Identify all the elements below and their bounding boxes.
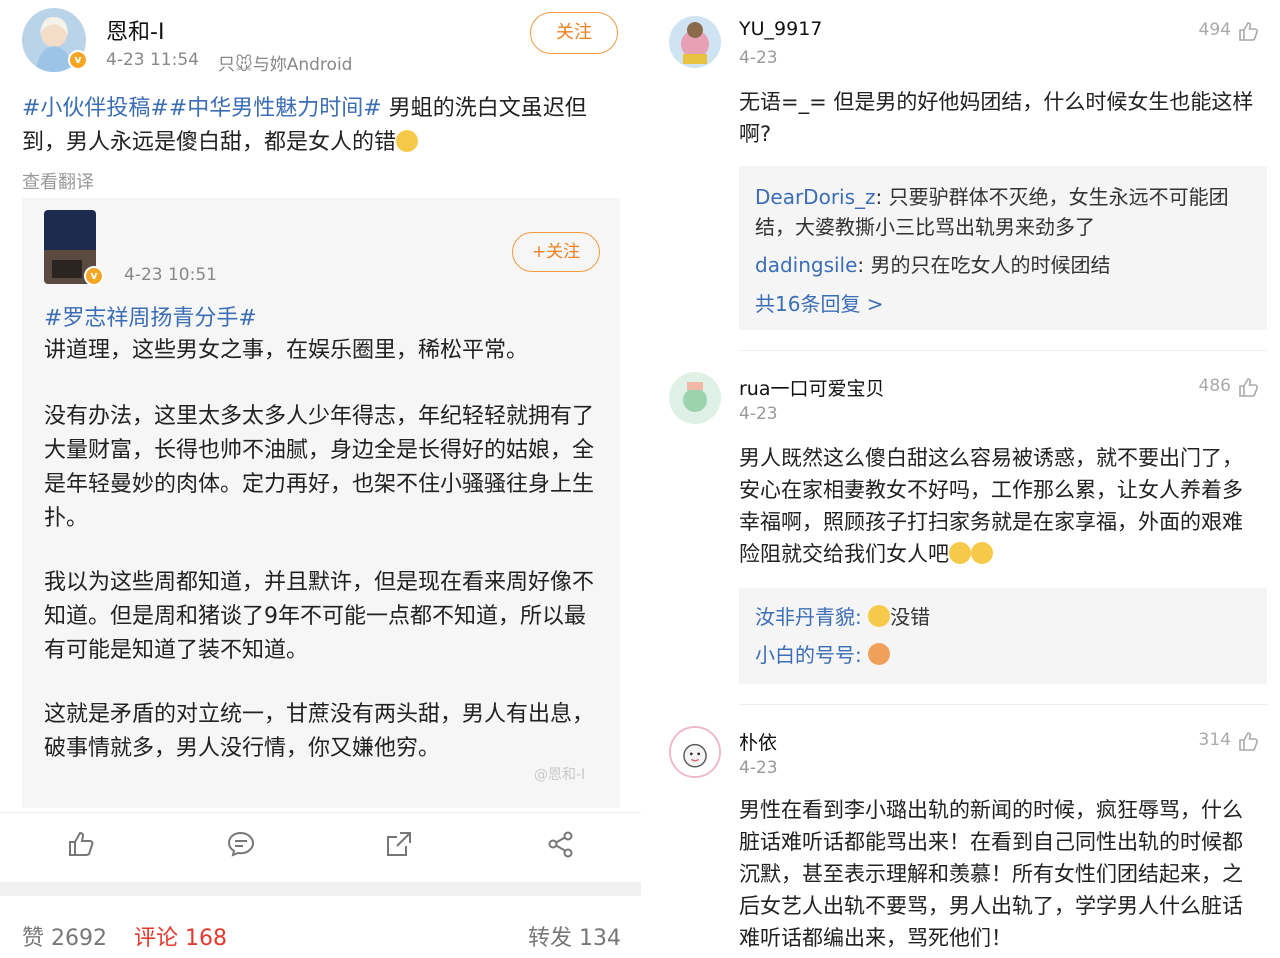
forward-icon[interactable]: [546, 829, 576, 859]
comment-date: 4-23: [739, 758, 778, 778]
quoted-paragraph: 这就是矛盾的对立统一，甘蔗没有两头甜，男人有出息，破事情就多，男人没行情，你又嫌…: [44, 702, 595, 761]
comment-date: 4-23: [739, 48, 778, 68]
quoted-time: 4-23 10:51: [124, 265, 217, 285]
verified-badge-icon: v: [68, 50, 88, 70]
commenter-name[interactable]: YU_9917: [739, 18, 822, 40]
comment-like-count: 494: [1198, 20, 1231, 40]
more-replies-link[interactable]: 共16条回复 >: [755, 288, 884, 317]
comment-separator: [739, 704, 1267, 705]
comment-icon[interactable]: [226, 829, 256, 859]
commenter-avatar[interactable]: [669, 726, 721, 778]
reposts-count[interactable]: 转发 134: [528, 920, 621, 952]
verified-badge-icon: v: [84, 266, 104, 286]
scared-emoji-icon: [971, 542, 993, 564]
post-action-bar: [0, 812, 641, 882]
section-divider: [0, 882, 641, 896]
reply-username[interactable]: 汝非丹青貌: [755, 605, 855, 629]
comments-tab[interactable]: 评论 168: [134, 920, 227, 952]
translate-link[interactable]: 查看翻译: [22, 168, 94, 194]
like-icon[interactable]: [1237, 20, 1259, 42]
share-icon[interactable]: [384, 829, 414, 859]
post-source: 只🐭与妳Android: [218, 55, 353, 75]
commenter-avatar[interactable]: [669, 16, 721, 68]
watermark: @恩和-I: [534, 767, 586, 783]
post-author-name[interactable]: 恩和-I: [106, 14, 164, 46]
reply-box[interactable]: 汝非丹青貌: 没错 小白的号号:: [739, 588, 1267, 684]
post-panel: v 恩和-I 4-23 11:54 只🐭与妳Android 关注 #小伙伴投稿#…: [0, 0, 641, 958]
comment-date: 4-23: [739, 404, 778, 424]
topic-link[interactable]: #中华男性魅力时间#: [169, 96, 382, 121]
post-text: #小伙伴投稿##中华男性魅力时间# 男蛆的洗白文虽迟但到，男人永远是傻白甜，都是…: [22, 92, 622, 160]
reply-username[interactable]: 小白的号号: [755, 643, 855, 667]
topic-link[interactable]: #小伙伴投稿#: [22, 96, 169, 121]
like-icon[interactable]: [1237, 376, 1259, 398]
reply-text: 男的只在吃女人的时候团结: [870, 253, 1111, 277]
likes-count[interactable]: 赞 2692: [22, 920, 107, 952]
quoted-follow-button[interactable]: +关注: [512, 232, 600, 272]
quoted-paragraph: 我以为这些周都知道，并且默许，但是现在看来周好像不知道。但是周和猪谈了9年不可能…: [44, 570, 595, 663]
shush-emoji-icon: [396, 130, 419, 152]
quoted-paragraph: 没有办法，这里太多太多人少年得志，年纪轻轻就拥有了大量财富，长得也帅不油腻，身边…: [44, 404, 595, 531]
scared-emoji-icon: [949, 542, 971, 564]
quoted-topic[interactable]: #罗志祥周扬青分手#: [44, 302, 257, 336]
comment-text: 男人既然这么傻白甜这么容易被诱惑，就不要出门了，安心在家相妻教女不好吗，工作那么…: [739, 442, 1263, 570]
comments-panel: YU_9917 4-23 494 无语=_= 但是男的好他妈团结，什么时候女生也…: [641, 0, 1280, 958]
laugh-emoji-icon: [868, 605, 891, 627]
commenter-name[interactable]: 朴依: [739, 728, 777, 755]
post-time: 4-23 11:54: [106, 50, 199, 70]
comment-separator: [739, 350, 1267, 351]
commenter-avatar[interactable]: [669, 372, 721, 424]
reply-item: dadingsile: 男的只在吃女人的时候团结: [755, 253, 1111, 277]
reply-item: 小白的号号:: [755, 640, 1255, 670]
comment-like-count: 314: [1198, 730, 1231, 750]
reply-box[interactable]: DearDoris_z: 只要驴群体不灭绝，女生永远不可能团结，大婆教撕小三比骂…: [739, 166, 1267, 330]
like-icon[interactable]: [66, 829, 96, 859]
comment-text: 男性在看到李小璐出轨的新闻的时候，疯狂辱骂，什么脏话难听话都能骂出来！在看到自己…: [739, 798, 1243, 950]
comment-text: 无语=_= 但是男的好他妈团结，什么时候女生也能这样啊?: [739, 90, 1254, 146]
comment-like-count: 486: [1198, 376, 1231, 396]
clap-emoji-icon: [868, 643, 891, 665]
quoted-paragraph: 讲道理，这些男女之事，在娱乐圈里，稀松平常。: [44, 338, 529, 363]
follow-button[interactable]: 关注: [530, 12, 618, 54]
quoted-post[interactable]: v 4-23 10:51 +关注 #罗志祥周扬青分手# 讲道理，这些男女之事，在…: [22, 198, 620, 808]
reply-username[interactable]: DearDoris_z: [755, 185, 876, 209]
reply-text: 没错: [890, 605, 931, 629]
reply-item: DearDoris_z: 只要驴群体不灭绝，女生永远不可能团结，大婆教撕小三比骂…: [755, 185, 1229, 239]
reply-item: 汝非丹青貌: 没错: [755, 605, 931, 629]
commenter-name[interactable]: rua一口可爱宝贝: [739, 374, 885, 401]
reply-username[interactable]: dadingsile: [755, 253, 857, 277]
like-icon[interactable]: [1237, 730, 1259, 752]
